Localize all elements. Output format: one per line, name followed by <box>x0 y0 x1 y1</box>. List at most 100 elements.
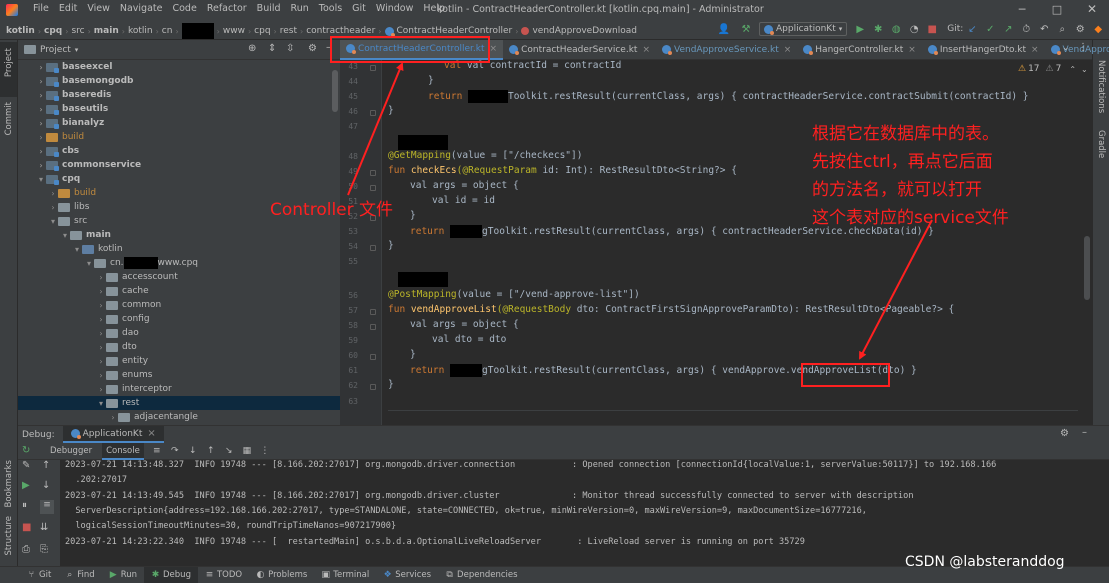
project-panel-title[interactable]: Project <box>40 45 71 55</box>
chevron-right-icon[interactable]: › <box>36 91 46 100</box>
tab-contractheaderservice[interactable]: ContractHeaderService.kt × <box>503 40 656 60</box>
tree-item[interactable]: › baseredis <box>18 88 340 102</box>
menu-window[interactable]: Window <box>371 3 418 14</box>
crumb-module[interactable]: cpq <box>44 26 62 36</box>
tree-item[interactable]: › baseutils <box>18 102 340 116</box>
tree-item[interactable]: › config <box>18 312 340 326</box>
tree-item[interactable]: › dao <box>18 326 340 340</box>
crumb-main[interactable]: main <box>94 26 119 36</box>
tree-item[interactable]: › entity <box>18 354 340 368</box>
chevron-down-icon[interactable]: ▾ <box>36 175 46 184</box>
tree-item[interactable]: › adjacentangle <box>18 410 340 424</box>
crumb-cpq[interactable]: cpq <box>254 26 270 36</box>
chevron-right-icon[interactable]: › <box>96 273 106 282</box>
crumb-kotlin[interactable]: kotlin <box>128 26 153 36</box>
scroll-to-end-icon[interactable]: ⇊ <box>40 522 48 533</box>
tree-item[interactable]: › dto <box>18 340 340 354</box>
tree-item[interactable]: › interceptor <box>18 382 340 396</box>
close-tab-icon[interactable]: × <box>147 428 155 439</box>
chevron-right-icon[interactable]: › <box>36 105 46 114</box>
tree-item[interactable]: ▾ cn. www.cpq <box>18 256 340 270</box>
tree-item[interactable]: › common <box>18 298 340 312</box>
tree-item[interactable]: › build <box>18 130 340 144</box>
tool-terminal[interactable]: ▣ Terminal <box>314 567 376 583</box>
menu-view[interactable]: View <box>82 3 115 14</box>
step-over-icon[interactable]: ↷ <box>168 446 182 456</box>
step-into-icon[interactable]: ↓ <box>186 446 200 456</box>
crumb-project[interactable]: kotlin <box>6 26 35 36</box>
chevron-down-icon[interactable]: ▾ <box>96 399 106 408</box>
tree-item[interactable]: ▾ main <box>18 228 340 242</box>
tree-item[interactable]: › enums <box>18 368 340 382</box>
tree-item[interactable]: › cache <box>18 284 340 298</box>
tab-debugger[interactable]: Debugger <box>46 446 96 456</box>
maximize-icon[interactable]: □ <box>1050 3 1064 16</box>
chevron-down-icon[interactable]: ▾ <box>75 46 79 54</box>
menu-file[interactable]: File <box>28 3 54 14</box>
tab-console[interactable]: Console <box>102 442 144 460</box>
tree-item[interactable]: › accesscount <box>18 270 340 284</box>
chevron-down-icon[interactable]: ▾ <box>84 259 94 268</box>
coverage-icon[interactable]: ◍ <box>889 24 903 35</box>
chevron-right-icon[interactable]: › <box>36 119 46 128</box>
chevron-right-icon[interactable]: › <box>108 413 118 422</box>
chevron-right-icon[interactable]: › <box>96 343 106 352</box>
arrow-down-icon[interactable]: ↓ <box>42 480 50 491</box>
chevron-right-icon[interactable]: › <box>36 133 46 142</box>
run-to-cursor-icon[interactable]: ↘ <box>222 446 236 456</box>
tool-services[interactable]: ❖ Services <box>376 567 438 583</box>
fold-marker-icon[interactable] <box>370 384 376 390</box>
menu-run[interactable]: Run <box>286 3 314 14</box>
chevron-down-icon[interactable]: ▾ <box>72 245 82 254</box>
crumb-class[interactable]: ContractHeaderController <box>397 26 513 36</box>
tool-find[interactable]: ⌕ Find <box>58 567 101 583</box>
tab-vendapprov[interactable]: VendApprov <box>1045 40 1109 60</box>
gear-icon[interactable]: ⚙ <box>1060 428 1069 439</box>
settings-icon[interactable]: ⚙ <box>1073 24 1087 35</box>
menu-navigate[interactable]: Navigate <box>115 3 168 14</box>
step-out-icon[interactable]: ↑ <box>204 446 218 456</box>
close-tab-icon[interactable]: × <box>784 45 792 55</box>
more-icon[interactable]: ⋮ <box>1078 42 1088 53</box>
fold-marker-icon[interactable] <box>370 170 376 176</box>
minimize-icon[interactable]: ─ <box>1015 3 1029 16</box>
menu-tools[interactable]: Tools <box>314 3 347 14</box>
close-tab-icon[interactable]: × <box>908 45 916 55</box>
print-icon[interactable]: ⎘ <box>40 544 48 555</box>
tree-item[interactable]: › baseexcel <box>18 60 340 74</box>
tree-item[interactable]: ▾ cpq <box>18 172 340 186</box>
rerun-icon[interactable]: ↻ <box>22 445 30 456</box>
tool-run[interactable]: ▶ Run <box>102 567 144 583</box>
chevron-right-icon[interactable]: › <box>48 189 58 198</box>
tree-item[interactable]: › commonservice <box>18 158 340 172</box>
tree-item[interactable]: ▾ rest <box>18 396 340 410</box>
chevron-right-icon[interactable]: › <box>36 147 46 156</box>
fold-marker-icon[interactable] <box>370 354 376 360</box>
project-tool-tab[interactable]: Project <box>0 42 17 97</box>
chevron-down-icon[interactable]: ⌄ <box>1062 43 1070 53</box>
search-icon[interactable]: ⌕ <box>1055 24 1069 35</box>
commit-tool-tab[interactable]: Commit <box>4 102 14 135</box>
console-output[interactable]: 2023-07-21 14:13:48.327 INFO 19748 --- [… <box>60 460 1109 567</box>
tab-vendapproveservice[interactable]: VendApproveService.kt × <box>656 40 797 60</box>
tree-scrollbar[interactable] <box>332 70 338 112</box>
soft-wrap-icon[interactable]: ≡ <box>40 500 54 514</box>
wrench-icon[interactable]: ✎ <box>22 460 30 471</box>
fold-marker-icon[interactable] <box>370 65 376 71</box>
crumb-rest[interactable]: rest <box>280 26 297 36</box>
fold-marker-icon[interactable] <box>370 309 376 315</box>
collapse-all-icon[interactable]: ⇳ <box>286 43 294 54</box>
git-commit-icon[interactable]: ✓ <box>983 24 997 35</box>
menu-lines-icon[interactable]: ≡ <box>150 446 164 456</box>
close-tab-icon[interactable]: × <box>490 44 498 54</box>
chevron-right-icon[interactable]: › <box>96 329 106 338</box>
chevron-right-icon[interactable]: › <box>96 287 106 296</box>
chevron-down-icon[interactable]: ⌄ <box>1081 65 1088 74</box>
tool-debug[interactable]: ✱ Debug <box>144 566 198 583</box>
resume-icon[interactable]: ▶ <box>22 480 30 491</box>
pause-icon[interactable]: ⏸ <box>22 500 27 511</box>
debug-config-tab[interactable]: ApplicationKt × <box>62 426 164 443</box>
crumb-contractheader[interactable]: contractheader <box>306 26 375 36</box>
menu-git[interactable]: Git <box>347 3 371 14</box>
rollback-icon[interactable]: ↶ <box>1037 24 1051 35</box>
